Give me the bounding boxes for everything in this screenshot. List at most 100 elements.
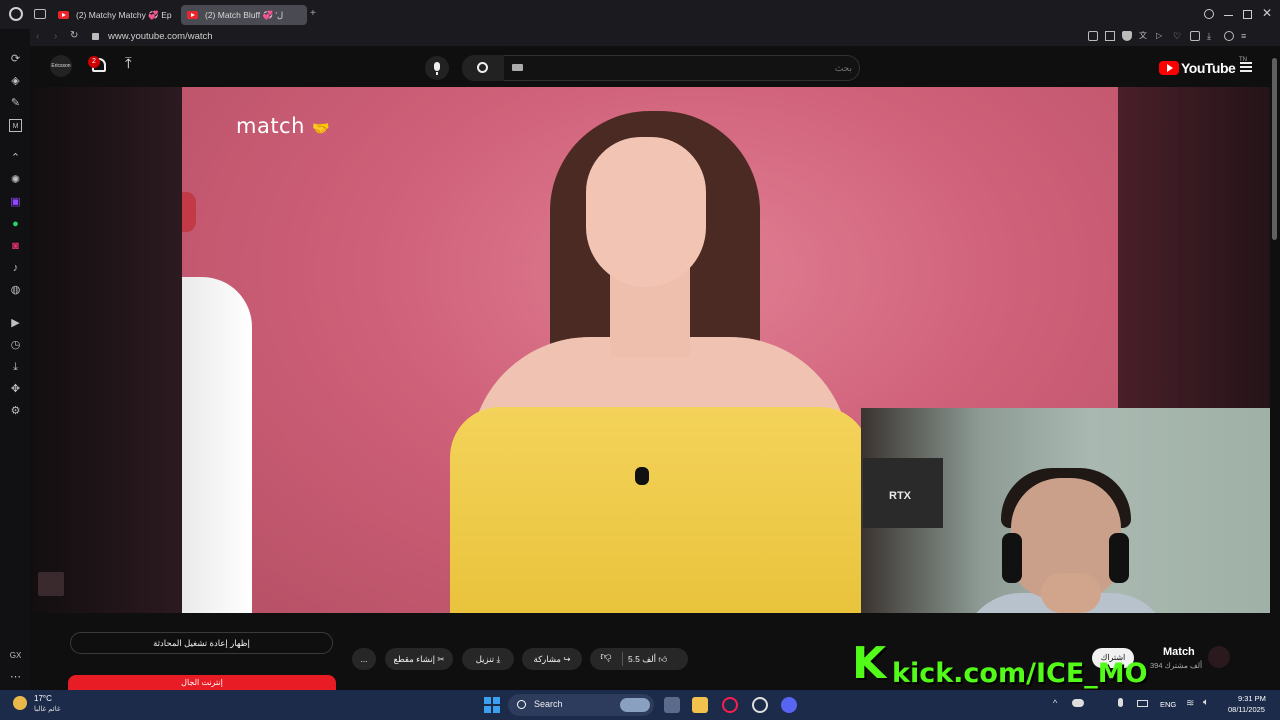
more-actions-button[interactable]: ... <box>352 648 376 670</box>
bookmark-icon[interactable] <box>1088 31 1098 41</box>
share-arrow-icon: ↪ <box>563 654 571 664</box>
match-brand-text: match <box>236 114 305 138</box>
avatar[interactable]: Ericsson <box>50 55 72 77</box>
keyboard-tray-icon[interactable] <box>1137 700 1148 707</box>
extension-icons[interactable]: 文 ▷ ♡ ⤓ ≡ <box>1088 31 1270 43</box>
pen-icon[interactable]: ✎ <box>9 97 22 110</box>
aria-icon[interactable]: ◈ <box>9 75 22 88</box>
share-button[interactable]: مشاركة ↪ <box>522 648 582 670</box>
maximize-icon[interactable] <box>1243 10 1252 19</box>
more-actions-label: ... <box>360 654 368 664</box>
left-person-shirt <box>182 277 252 613</box>
discord-icon[interactable]: ◍ <box>9 284 22 297</box>
shield-icon[interactable] <box>1122 31 1132 41</box>
screenshot-icon[interactable] <box>1105 31 1115 41</box>
tray-chevron-icon[interactable]: ^ <box>1053 698 1057 708</box>
profile-icon[interactable] <box>1224 31 1234 41</box>
forward-icon[interactable]: › <box>54 31 57 42</box>
clock-time[interactable]: 9:31 PM <box>1238 694 1266 703</box>
opera-gx-taskbar-icon[interactable] <box>722 697 738 713</box>
like-button[interactable]: 5.5 ألف 👍︎ <box>628 648 684 670</box>
start-tile <box>484 706 491 713</box>
create-upload-icon[interactable]: ⤒ <box>125 55 132 72</box>
messenger-icon[interactable]: M <box>9 119 22 132</box>
mic-stand-icon <box>436 72 438 75</box>
handshake-icon: 🤝 <box>312 121 331 137</box>
ad-banner-text: إنترنت الجال <box>181 678 223 687</box>
task-view-icon[interactable] <box>664 697 680 713</box>
onedrive-icon[interactable] <box>1072 699 1084 707</box>
translate-icon[interactable]: 文 <box>1139 31 1149 41</box>
gx-icon[interactable]: GX <box>9 649 22 662</box>
back-icon[interactable]: ‹ <box>36 31 39 42</box>
ad-banner[interactable]: إنترنت الجال <box>68 675 336 690</box>
search-button[interactable] <box>462 55 504 81</box>
url-field[interactable]: www.youtube.com/watch <box>108 31 213 42</box>
heart-icon[interactable]: ♡ <box>1173 31 1183 41</box>
mic-tray-icon[interactable] <box>1118 698 1123 707</box>
search-input[interactable] <box>540 61 852 75</box>
start-tile <box>493 706 500 713</box>
twitch-icon[interactable]: ▣ <box>9 196 22 209</box>
video-letterbox-left <box>30 87 182 613</box>
wifi-icon[interactable]: ≋ <box>1186 698 1194 709</box>
downloads-icon[interactable]: ⤓ <box>1207 31 1217 41</box>
clock-date[interactable]: 08/11/2025 <box>1228 705 1265 714</box>
start-tile <box>493 697 500 704</box>
start-tile <box>484 697 491 704</box>
close-icon[interactable]: ✕ <box>1262 6 1272 20</box>
download-label: تنزيل <box>475 654 495 664</box>
notification-count: 2 <box>92 58 96 65</box>
dislike-button[interactable]: 👎︎ <box>596 650 616 668</box>
headphone-right <box>1109 533 1129 583</box>
tab-label: (2) Matchy Matchy 💞 Ep <box>76 10 172 20</box>
tab-match-bluff[interactable]: (2) Match Bluff 💞 'ل <box>181 5 307 25</box>
start-button[interactable] <box>484 697 500 713</box>
chatgpt-icon[interactable]: ✺ <box>9 174 22 187</box>
refresh-icon[interactable]: ⟳ <box>9 53 22 66</box>
play-icon[interactable]: ▷ <box>1156 31 1166 41</box>
discord-taskbar-icon[interactable] <box>781 697 797 713</box>
download-icon[interactable]: ⤓ <box>9 361 22 374</box>
woman-face <box>586 137 706 287</box>
easy-setup-icon[interactable]: ≡ <box>1241 31 1251 41</box>
language-indicator[interactable]: ENG <box>1160 700 1176 709</box>
youtube-favicon-icon <box>58 11 69 19</box>
minimize-icon[interactable] <box>1224 15 1233 16</box>
kick-url: kick.com/ICE_MO <box>892 658 1148 689</box>
opera-taskbar-icon[interactable] <box>752 697 768 713</box>
show-chat-replay-button[interactable]: إظهار إعادة تشغيل المحادثة <box>70 632 333 654</box>
tab-matchy-matchy[interactable]: (2) Matchy Matchy 💞 Ep <box>52 5 178 25</box>
clip-button[interactable]: إنشاء مقطع ✂ <box>385 648 453 670</box>
weather-temp[interactable]: 17°C <box>34 694 52 703</box>
new-tab-icon[interactable]: + <box>310 9 320 19</box>
scrollbar-thumb[interactable] <box>1272 58 1277 240</box>
more-icon[interactable]: ⋯ <box>9 671 22 684</box>
arc-icon[interactable]: ⌃ <box>9 152 22 165</box>
thumbs-up-icon: 👍︎ <box>658 654 668 664</box>
opera-menu-icon[interactable] <box>9 7 23 21</box>
player-icon[interactable]: ▶ <box>9 317 22 330</box>
whatsapp-icon[interactable]: ● <box>9 218 22 231</box>
instagram-icon[interactable]: ◙ <box>9 240 22 253</box>
history-icon[interactable]: ◷ <box>9 339 22 352</box>
tiktok-icon[interactable]: ♪ <box>9 262 22 275</box>
left-person-accent <box>182 192 196 232</box>
kick-overlay: K kick.com/ICE_MO <box>852 640 1232 690</box>
settings-icon[interactable]: ⚙ <box>9 405 22 418</box>
taskbar-search[interactable]: Search <box>508 694 654 716</box>
volume-icon[interactable]: 🔈︎ <box>1203 697 1209 708</box>
tab-switcher-icon[interactable] <box>34 9 46 19</box>
search-tabs-icon[interactable] <box>1204 9 1214 19</box>
extensions-icon[interactable]: ✥ <box>9 383 22 396</box>
file-explorer-icon[interactable] <box>692 697 708 713</box>
match-brand-overlay: match 🤝 <box>236 114 330 138</box>
channel-watermark-icon[interactable] <box>38 572 64 596</box>
reload-icon[interactable]: ↻ <box>70 30 78 41</box>
download-button[interactable]: تنزيل ⤓ <box>462 648 514 670</box>
voice-search-icon[interactable] <box>425 56 449 80</box>
weather-icon[interactable] <box>13 696 27 710</box>
puzzle-icon[interactable] <box>1190 31 1200 41</box>
browser-tab-bar: (2) Matchy Matchy 💞 Ep (2) Match Bluff 💞… <box>0 0 1280 29</box>
keyboard-icon[interactable] <box>512 64 523 71</box>
